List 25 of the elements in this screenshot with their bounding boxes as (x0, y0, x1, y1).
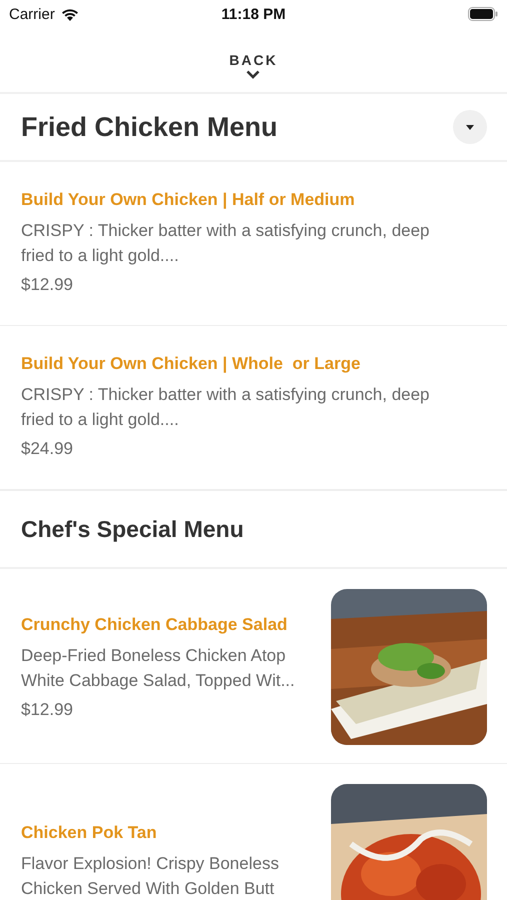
wifi-icon (60, 8, 79, 20)
item-description: Deep-Fried Boneless Chicken Atop White Cabbage Salad, Topped Wit... (21, 644, 295, 692)
section-title: Chef's Special Menu (21, 516, 244, 542)
item-description: CRISPY : Thicker batter with a satisfying crunch, deep fried to a light gold.... (21, 220, 430, 267)
menu-item[interactable]: Build Your Own Chicken | Whole or Large CRISPY : Thicker batter with a satisfying crunch, deep fried to a light gold.... $24.99 (0, 326, 507, 490)
chevron-down-icon (246, 70, 260, 79)
carrier-name: Carrier (9, 6, 55, 22)
menu-item[interactable]: Build Your Own Chicken | Half or Medium CRISPY : Thicker batter with a satisfying crunch, deep fried to a light gold.... $12.99 (0, 162, 507, 326)
menu-item[interactable]: Crunchy Chicken Cabbage Salad Deep-Fried Boneless Chicken Atop White Cabbage Salad, Topped Wit... $12.99 (0, 569, 507, 764)
item-name: Build Your Own Chicken | Half or Medium (21, 190, 355, 210)
section-title: Fried Chicken Menu (21, 112, 278, 142)
menu-item[interactable]: Chicken Pok Tan Flavor Explosion! Crispy Boneless Chicken Served With Golden Butt (0, 764, 507, 900)
item-price: $12.99 (21, 275, 73, 295)
item-price: $12.99 (21, 700, 73, 720)
item-name: Crunchy Chicken Cabbage Salad (21, 614, 288, 634)
item-description: CRISPY : Thicker batter with a satisfying crunch, deep fried to a light gold.... (21, 384, 430, 431)
back-button[interactable]: BACK (223, 50, 284, 81)
item-name: Build Your Own Chicken | Whole or Large (21, 354, 360, 374)
caret-icon (466, 124, 474, 130)
battery-icon (468, 7, 498, 21)
status-time: 11:18 PM (220, 6, 287, 22)
item-price: $24.99 (21, 439, 73, 459)
item-description: Flavor Explosion! Crispy Boneless Chicken Served With Golden Butt (21, 853, 279, 900)
item-name: Chicken Pok Tan (21, 823, 157, 843)
dropdown-button[interactable] (453, 110, 487, 144)
